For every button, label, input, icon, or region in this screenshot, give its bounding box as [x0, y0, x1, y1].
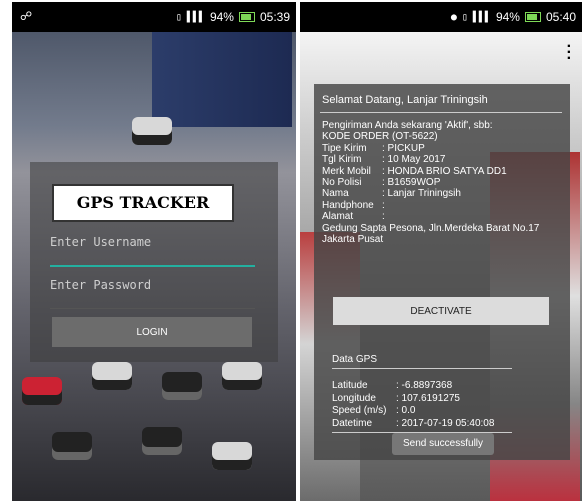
delivery-card: Selamat Datang, Lanjar Triningsih Pengir… [314, 84, 570, 460]
gps-row: Speed (m/s): 0.0 [332, 405, 416, 416]
info-row: No Polisi: B1659WOP [322, 177, 441, 189]
car-image [212, 442, 252, 470]
vibrate-icon: ▯ [175, 11, 182, 23]
info-row: Merk Mobil: HONDA BRIO SATYA DD1 [322, 165, 507, 177]
address-line: Gedung Sapta Pesona, Jln.Merdeka Barat N… [322, 222, 540, 234]
username-input[interactable] [50, 235, 255, 249]
welcome-text: Selamat Datang, Lanjar Triningsih [322, 94, 488, 106]
car-image [92, 362, 132, 390]
gps-row: Datetime: 2017-07-19 05:40:08 [332, 417, 495, 429]
gps-row: Longitude: 107.6191275 [332, 392, 460, 404]
overflow-menu-icon[interactable]: · · · [567, 39, 572, 67]
username-field[interactable] [50, 235, 255, 267]
login-button[interactable]: LOGIN [52, 317, 252, 347]
status-bar: ● ▯ ▌▌▌ 94% 05:40 [300, 2, 582, 32]
car-image [162, 372, 202, 400]
battery-icon [524, 12, 541, 22]
tracking-screen: ● ▯ ▌▌▌ 94% 05:40 · · · Selamat Datang, La… [300, 2, 582, 501]
location-icon: ● [450, 11, 457, 23]
info-row: Nama: Lanjar Triningsih [322, 188, 461, 200]
status-bar: ☍ ▯ ▌▌▌ 94% 05:39 [12, 2, 296, 32]
car-image [132, 117, 172, 145]
info-row: Alamat: [322, 211, 385, 223]
app-title: GPS TRACKER [52, 184, 234, 222]
car-image [142, 427, 182, 455]
clock: 05:39 [259, 10, 290, 24]
battery-percent: 94% [495, 10, 520, 24]
delivery-info: Pengiriman Anda sekarang 'Aktif', sbb: K… [322, 120, 539, 245]
toast-message: Send successfully [392, 433, 494, 455]
car-image [52, 432, 92, 460]
car-image [222, 362, 262, 390]
signal-icon: ▌▌▌ [472, 11, 491, 23]
battery-percent: 94% [209, 10, 234, 24]
password-field[interactable] [50, 278, 255, 309]
login-screen: ☍ ▯ ▌▌▌ 94% 05:39 GPS TRACKER LOGIN [12, 2, 296, 501]
gps-data: Latitude: -6.8897368 Longitude: 107.6191… [332, 380, 494, 430]
clock: 05:40 [545, 10, 576, 24]
address-line: Jakarta Pusat [322, 234, 384, 246]
shield-icon: ☍ [20, 9, 33, 23]
deactivate-button[interactable]: DEACTIVATE [333, 297, 549, 325]
info-row: Tgl Kirim: 10 May 2017 [322, 154, 446, 166]
order-code: KODE ORDER (OT-5622) [322, 131, 438, 143]
gps-title: Data GPS [332, 354, 378, 365]
divider [320, 112, 562, 113]
signal-icon: ▌▌▌ [186, 11, 205, 23]
gps-row: Latitude: -6.8897368 [332, 380, 453, 391]
battery-icon [238, 12, 255, 22]
building-image [152, 32, 292, 127]
divider [332, 368, 512, 369]
password-input[interactable] [50, 278, 255, 292]
vibrate-icon: ▯ [461, 11, 468, 23]
intro-text: Pengiriman Anda sekarang 'Aktif', sbb: [322, 120, 493, 131]
car-image [22, 377, 62, 405]
info-row: Tipe Kirim: PICKUP [322, 142, 425, 154]
info-row: Handphone: [322, 199, 385, 211]
